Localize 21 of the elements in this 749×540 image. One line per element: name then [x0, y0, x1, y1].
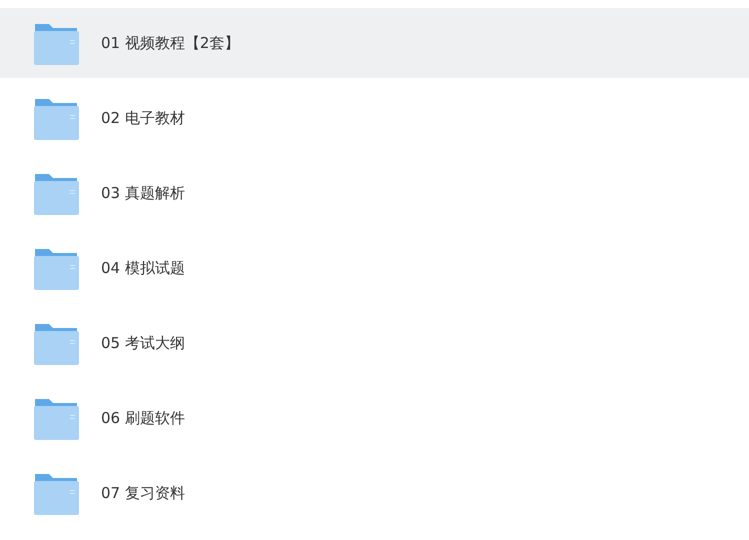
folder-name: 05 考试大纲	[101, 334, 185, 352]
folder-icon	[33, 396, 79, 440]
folder-name: 03 真题解析	[101, 184, 185, 202]
folder-name: 07 复习资料	[101, 484, 185, 502]
folder-row[interactable]: 05 考试大纲	[0, 308, 749, 378]
folder-icon	[33, 96, 79, 140]
folder-row[interactable]: 02 电子教材	[0, 83, 749, 153]
folder-row[interactable]: 07 复习资料	[0, 458, 749, 528]
folder-name: 06 刷题软件	[101, 408, 185, 428]
folder-row[interactable]: 03 真题解析	[0, 158, 749, 228]
folder-icon	[33, 172, 79, 214]
folder-name: 01 视频教程【2套】	[101, 34, 240, 52]
folder-row[interactable]: 06 刷题软件	[0, 383, 749, 453]
folder-name: 02 电子教材	[101, 108, 185, 128]
folder-icon	[33, 322, 79, 364]
folder-row[interactable]: 04 模拟试题	[0, 233, 749, 303]
folder-name: 04 模拟试题	[101, 258, 185, 278]
folder-icon	[33, 22, 79, 64]
folder-icon	[33, 246, 79, 290]
folder-icon	[33, 472, 79, 514]
folder-row[interactable]: 01 视频教程【2套】	[0, 8, 749, 78]
